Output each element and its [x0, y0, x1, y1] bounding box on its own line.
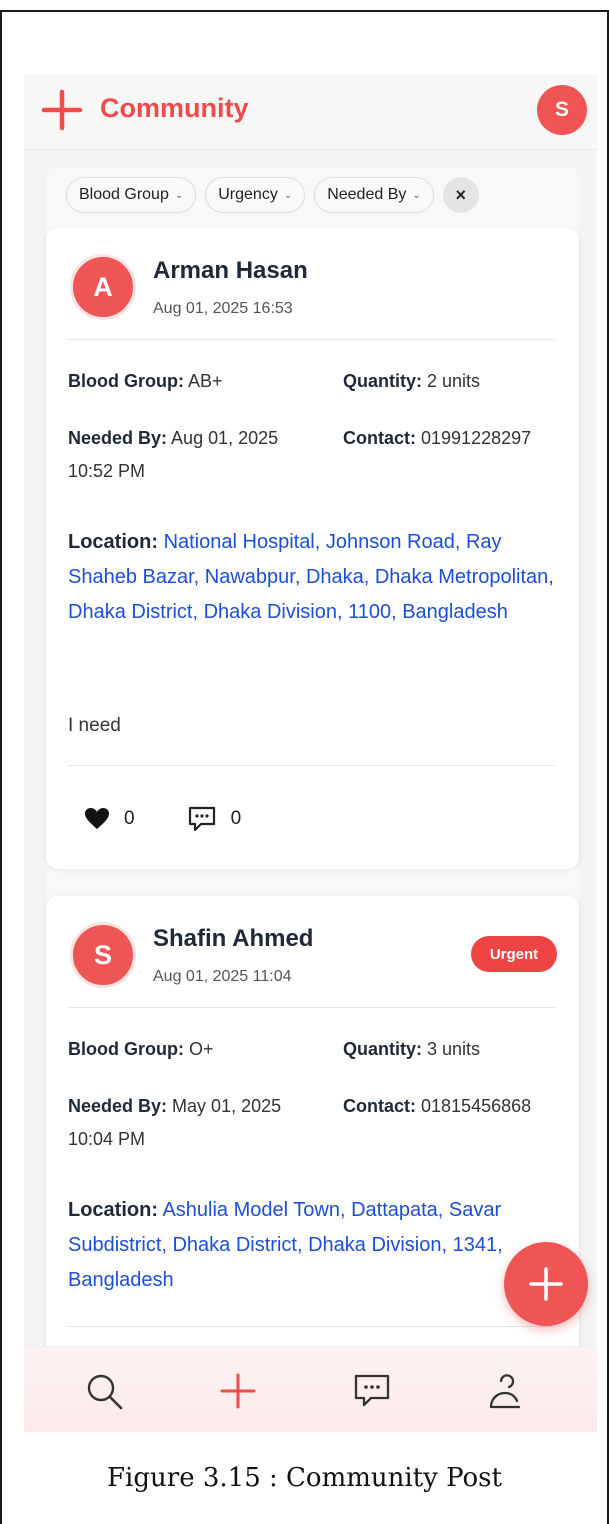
field-label: Quantity:: [343, 371, 422, 391]
comment-icon: [188, 806, 215, 832]
field-label: Quantity:: [343, 1039, 422, 1059]
page-title: Community: [100, 93, 249, 123]
post-card[interactable]: A Arman Hasan Aug 01, 2025 16:53 Blood G…: [46, 228, 579, 869]
blood-group-field: Blood Group: O+: [68, 1033, 214, 1066]
contact-field: Contact: 01815456868: [343, 1090, 531, 1123]
quantity-field: Quantity: 3 units: [343, 1033, 480, 1066]
field-value: O+: [189, 1039, 214, 1059]
phone-screen: Community S Blood Group ⌄ Urgency ⌄ Need…: [24, 74, 597, 1432]
filter-label: Blood Group: [79, 186, 169, 203]
like-button[interactable]: 0: [84, 807, 135, 831]
post-description: I need: [68, 715, 121, 736]
figure-caption: Figure 3.15 : Community Post: [107, 1463, 502, 1493]
location-field: Location: National Hospital, Johnson Roa…: [68, 525, 558, 630]
app-header: Community S: [24, 74, 597, 150]
field-value: 01815456868: [421, 1096, 532, 1116]
filter-needed-by[interactable]: Needed By ⌄: [314, 177, 434, 213]
field-value: 01991228297: [421, 428, 532, 448]
field-label: Blood Group:: [68, 371, 184, 391]
field-value: 2 units: [427, 371, 481, 391]
quantity-field: Quantity: 2 units: [343, 365, 480, 398]
profile-icon: [489, 1374, 521, 1409]
divider: [68, 1007, 555, 1008]
plus-icon: [220, 1373, 256, 1409]
clear-filters-button[interactable]: ×: [442, 177, 479, 213]
create-post-fab[interactable]: [504, 1242, 588, 1326]
filter-label: Needed By: [327, 186, 407, 203]
bottom-navigation: [24, 1346, 597, 1432]
chevron-down-icon: ⌄: [283, 189, 293, 201]
field-label: Contact:: [343, 1096, 416, 1116]
like-count: 0: [124, 808, 135, 829]
nav-chat[interactable]: [350, 1369, 394, 1413]
post-date: Aug 01, 2025 16:53: [153, 300, 293, 317]
heart-icon: [85, 808, 109, 829]
field-value: Aug 01, 2025: [171, 428, 279, 448]
divider: [68, 1326, 555, 1327]
filter-urgency[interactable]: Urgency ⌄: [205, 177, 306, 213]
nav-create[interactable]: [216, 1369, 260, 1413]
field-value: 10:04 PM: [68, 1129, 146, 1149]
filter-blood-group[interactable]: Blood Group ⌄: [66, 177, 197, 213]
plus-icon: [529, 1267, 563, 1301]
field-label: Location:: [68, 1199, 158, 1221]
divider: [68, 339, 555, 340]
comment-count: 0: [230, 808, 242, 829]
field-value: May 01, 2025: [172, 1096, 282, 1116]
author-avatar: S: [70, 922, 136, 988]
field-label: Contact:: [343, 428, 416, 448]
community-plus-icon: [41, 89, 83, 131]
filter-bar: Blood Group ⌄ Urgency ⌄ Needed By ⌄ ×: [66, 176, 479, 214]
filter-label: Urgency: [218, 186, 278, 203]
field-label: Needed By:: [68, 1096, 168, 1116]
needed-by-field: Needed By: May 01, 2025 10:04 PM: [68, 1090, 328, 1156]
location-field: Location: Ashulia Model Town, Dattapata,…: [68, 1193, 558, 1298]
search-icon: [87, 1374, 123, 1410]
field-value: 10:52 PM: [68, 461, 146, 481]
field-value: 3 units: [427, 1039, 481, 1059]
post-date: Aug 01, 2025 11:04: [153, 968, 292, 985]
user-avatar[interactable]: S: [537, 85, 587, 135]
needed-by-field: Needed By: Aug 01, 2025 10:52 PM: [68, 422, 328, 488]
blood-group-field: Blood Group: AB+: [68, 365, 223, 398]
author-name: Shafin Ahmed: [153, 925, 314, 952]
nav-search[interactable]: [82, 1369, 126, 1413]
author-avatar: A: [70, 254, 136, 320]
chevron-down-icon: ⌄: [412, 189, 421, 201]
post-actions: 0 0: [84, 805, 293, 833]
chevron-down-icon: ⌄: [174, 189, 184, 201]
author-name: Arman Hasan: [153, 257, 308, 284]
post-feed[interactable]: Blood Group ⌄ Urgency ⌄ Needed By ⌄ × A …: [46, 167, 579, 1432]
divider: [68, 765, 555, 766]
comment-button[interactable]: 0: [187, 805, 242, 833]
field-label: Needed By:: [68, 428, 168, 448]
field-label: Location:: [68, 531, 158, 553]
field-value: AB+: [188, 371, 223, 391]
contact-field: Contact: 01991228297: [343, 422, 531, 455]
urgent-badge: Urgent: [471, 936, 557, 972]
nav-profile[interactable]: [483, 1369, 527, 1413]
chat-icon: [354, 1374, 390, 1407]
field-label: Blood Group:: [68, 1039, 184, 1059]
